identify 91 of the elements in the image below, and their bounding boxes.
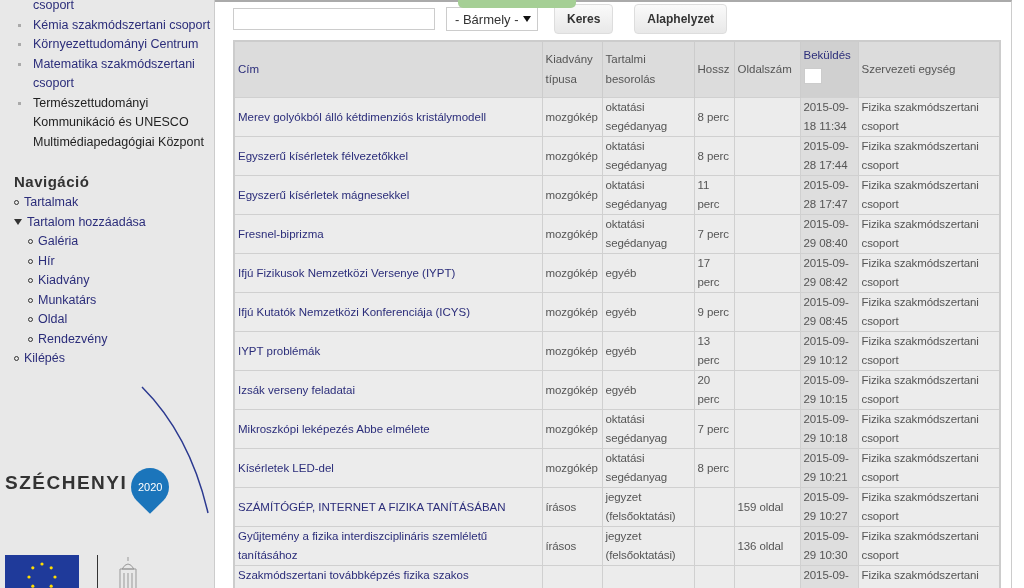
table-cell: Fizika szakmódszertani csoport (861, 218, 979, 249)
table-cell: mozgókép (545, 305, 598, 318)
table-cell: 2015-09-29 08:42 (803, 257, 849, 288)
table-cell: 136 oldal (737, 539, 784, 552)
table-cell: 2015-09-29 10:18 (803, 413, 849, 444)
column-header-link[interactable]: Cím (238, 62, 260, 75)
table-cell: írásos (545, 539, 577, 552)
sort-icon[interactable] (803, 67, 822, 84)
table-cell: oktatási segédanyag (605, 218, 668, 249)
dropdown-icon (523, 16, 531, 22)
table-cell: 11 perc (697, 179, 720, 210)
table-cell: mozgókép (545, 422, 598, 435)
flag-icon (5, 555, 79, 588)
table-cell: 2015-09-29 10:12 (803, 335, 849, 366)
building-icon (116, 555, 140, 588)
table-cell: Fizika szakmódszertani csoport (861, 491, 979, 522)
navigation-heading: Navigáció (14, 172, 91, 192)
sidebar-link[interactable]: csoport (33, 0, 214, 16)
table-cell: jegyzet (felsőoktatási) (605, 530, 676, 561)
table-cell: 2015-09-29 10:27 (803, 491, 849, 522)
table-cell: 2015-09-28 17:47 (803, 179, 849, 210)
table-cell: mozgókép (545, 110, 598, 123)
table-cell: egyéb (605, 305, 637, 318)
nav-link[interactable]: Kilépés (24, 349, 65, 369)
sidebar-link[interactable]: Környezettudományi Centrum (33, 35, 214, 55)
column-header: Kiadvány típusa (545, 53, 593, 85)
table-cell: Fizika szakmódszertani (861, 569, 979, 581)
filter-button[interactable]: Alaphelyzet (634, 4, 728, 34)
table-cell: jegyzet (felsőoktatási) (605, 491, 676, 522)
table-cell: 13 perc (697, 335, 720, 366)
table-cell: 7 perc (697, 422, 729, 435)
table-cell: mozgókép (545, 266, 598, 279)
column-header-link[interactable]: Beküldés (803, 49, 851, 61)
table-cell: 2015-09-29 10:30 (803, 530, 849, 561)
table-cell: egyéb (605, 266, 637, 279)
column-header: Szervezeti egység (861, 62, 956, 75)
nav-link[interactable]: Kiadvány (38, 271, 90, 291)
sidebar-link[interactable]: Természettudományi Kommunikáció és UNESCO Multimédiapedagógiai Központ (33, 93, 214, 152)
nav-link[interactable]: Tartalmak (24, 193, 79, 213)
table-cell: 2015-09-29 08:45 (803, 296, 849, 327)
table-cell: 9 perc (697, 305, 729, 318)
table-cell: 2015-09-29 08:40 (803, 218, 849, 249)
table-cell: 159 oldal (737, 500, 784, 513)
column-header: Hossz (697, 62, 730, 75)
table-cell: 2015-09-29 10:15 (803, 374, 849, 405)
table-cell: 7 perc (697, 227, 729, 240)
table-cell: egyéb (605, 344, 637, 357)
bullet-icon (18, 43, 21, 46)
nav-link[interactable]: Tartalom hozzáadása (27, 212, 146, 232)
table-cell: egyéb (605, 383, 637, 396)
sidebar-link[interactable]: Matematika szakmódszertani csoport (33, 54, 214, 94)
table-cell: mozgókép (545, 188, 598, 201)
bullet-icon (18, 101, 21, 105)
table-cell: 2015-09- (803, 569, 849, 581)
table-cell: 20 perc (697, 374, 720, 405)
table-cell: Fizika szakmódszertani csoport (861, 452, 979, 483)
table-cell: Fizika szakmódszertani csoport (861, 257, 979, 288)
title-field[interactable] (233, 8, 435, 30)
column-header: Oldalszám (737, 62, 792, 75)
sidebar-link[interactable]: Kémia szakmódszertani csoport (33, 15, 214, 35)
table-cell: Fizika szakmódszertani csoport (861, 530, 979, 561)
table-cell: Fizika szakmódszertani csoport (861, 101, 979, 132)
table-cell: írásos (545, 500, 577, 513)
table-cell: mozgókép (545, 149, 598, 162)
table-cell: Fizika szakmódszertani csoport (861, 413, 979, 444)
bullet-icon (18, 23, 21, 27)
nav-link[interactable]: Munkatárs (38, 290, 97, 310)
table-cell: mozgókép (545, 383, 598, 396)
table-cell: Fizika szakmódszertani csoport (861, 179, 979, 210)
table-cell: 8 perc (697, 110, 729, 123)
column-header: Tartalmi besorolás (605, 53, 656, 85)
table-cell: 8 perc (697, 461, 729, 474)
table-cell: 17 perc (697, 257, 720, 288)
table-cell: mozgókép (545, 227, 598, 240)
table-cell: 8 perc (697, 149, 729, 162)
table-cell: Fizika szakmódszertani csoport (861, 374, 979, 405)
table-cell: 2015-09-28 17:44 (803, 140, 849, 171)
bullet-icon (18, 62, 21, 66)
table-cell: mozgókép (545, 344, 598, 357)
nav-link[interactable]: Hír (38, 251, 55, 271)
nav-link[interactable]: Galéria (38, 232, 79, 252)
nav-link[interactable]: Oldal (38, 310, 68, 330)
table-cell: mozgókép (545, 461, 598, 474)
table-cell: 2015-09-29 10:21 (803, 452, 849, 483)
table-cell: Fizika szakmódszertani csoport (861, 140, 979, 171)
type-select[interactable]: - Bármely - (446, 7, 538, 31)
filter-button[interactable]: Keres (554, 4, 614, 34)
table-cell: 2015-09-18 11:34 (803, 101, 849, 132)
nav-link[interactable]: Rendezvény (38, 329, 108, 349)
table-cell: Fizika szakmódszertani csoport (861, 296, 979, 327)
table-cell: Fizika szakmódszertani csoport (861, 335, 979, 366)
